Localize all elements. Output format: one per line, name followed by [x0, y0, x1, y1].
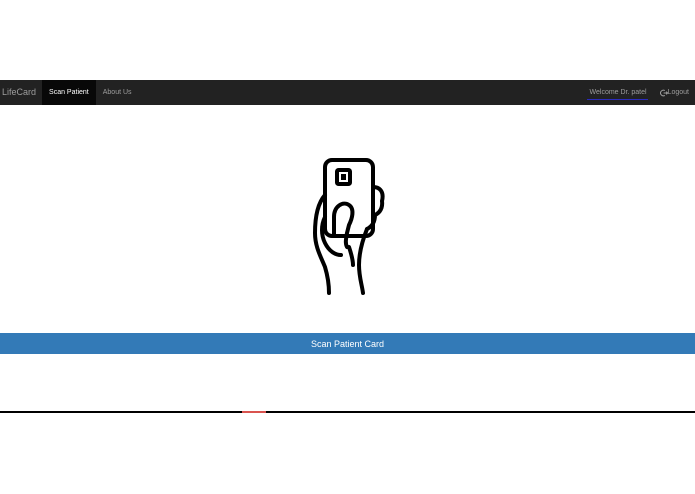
hand-holding-card-icon — [305, 155, 390, 298]
page: LifeCard Scan Patient About Us Welcome D… — [0, 0, 695, 494]
welcome-label: Welcome Dr. patel — [589, 89, 647, 96]
bottom-divider — [0, 411, 695, 413]
welcome-underline — [586, 99, 648, 100]
scan-patient-card-button[interactable]: Scan Patient Card — [0, 333, 695, 354]
nav-item-scan-patient[interactable]: Scan Patient — [42, 80, 96, 105]
navbar-right: Welcome Dr. patel Logout — [583, 80, 695, 105]
hand-holding-card-graphic — [313, 158, 385, 295]
nav-item-about-us[interactable]: About Us — [96, 80, 139, 105]
brand-link[interactable]: LifeCard — [0, 80, 42, 105]
logout-label: Logout — [667, 89, 689, 96]
bottom-accent-line — [242, 411, 266, 413]
logout-icon — [659, 89, 668, 96]
logout-link[interactable]: Logout — [654, 80, 695, 105]
welcome-text: Welcome Dr. patel — [583, 80, 654, 105]
top-navbar: LifeCard Scan Patient About Us Welcome D… — [0, 80, 695, 105]
